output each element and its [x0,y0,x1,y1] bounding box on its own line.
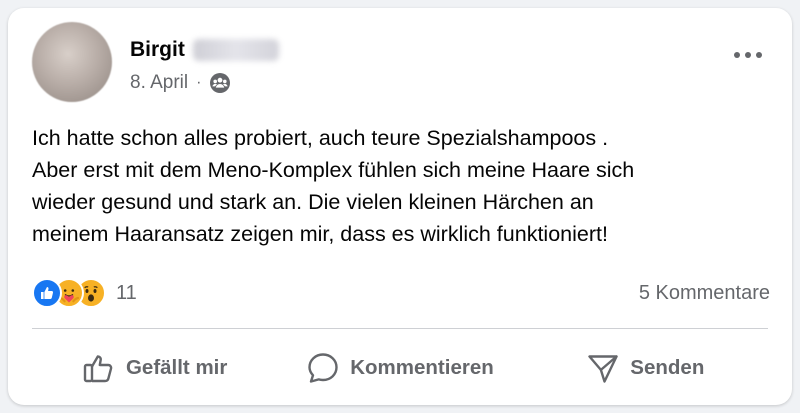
like-button[interactable]: Gefällt mir [32,342,277,394]
meta-separator: · [196,74,202,91]
comment-button[interactable]: Kommentieren [277,342,522,394]
comment-button-label: Kommentieren [350,356,494,379]
send-button[interactable]: Senden [523,342,768,394]
like-button-label: Gefällt mir [125,356,228,379]
more-options-icon[interactable] [728,40,768,70]
post-text: Ich hatte schon alles probiert, auch teu… [32,122,772,250]
reaction-count[interactable]: 11 [116,282,137,305]
author-name[interactable]: Birgit [130,38,279,62]
post-actions: Gefällt mir Kommentieren Senden [32,342,768,394]
friends-group-icon[interactable] [209,72,231,94]
post-text-line: meinem Haaransatz zeigen mir, dass es wi… [32,222,608,246]
like-reaction-icon [32,278,62,308]
reactions-summary[interactable]: 11 [32,278,137,308]
author-first-name[interactable]: Birgit [130,38,185,62]
author-surname-blurred [192,39,279,61]
send-button-label: Senden [630,356,705,379]
post-meta: 8. April · [130,72,231,94]
post-header: Birgit 8. April · [32,22,768,102]
send-icon [586,351,620,385]
post-text-line: Aber erst mit dem Meno-Komplex fühlen si… [32,158,635,182]
post-stats: 11 5 Kommentare [32,278,770,312]
divider [32,328,768,329]
comments-count-link[interactable]: 5 Kommentare [639,282,770,305]
comment-bubble-icon [306,351,340,385]
avatar[interactable] [32,22,112,102]
thumbs-up-icon [82,351,116,385]
post-text-line: Ich hatte schon alles probiert, auch teu… [32,126,609,150]
post-text-line: wieder gesund und stark an. Die vielen k… [32,190,594,214]
post-date[interactable]: 8. April [130,72,188,94]
post-card: Birgit 8. April · Ich hatte schon alles … [8,8,792,405]
